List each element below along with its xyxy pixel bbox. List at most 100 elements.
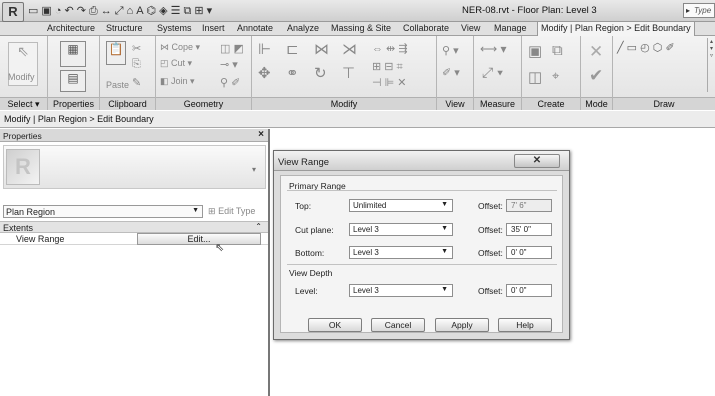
tab-insert[interactable]: Insert (202, 23, 225, 33)
chevron-down-icon[interactable]: ▾ (252, 165, 256, 174)
create-similar-icon[interactable]: ⌖ (552, 68, 559, 84)
wall-joins-icon[interactable]: ⊸ ▾ (220, 58, 238, 71)
tab-collaborate[interactable]: Collaborate (403, 23, 449, 33)
finish-edit-mode-icon[interactable]: ✔ (589, 66, 603, 86)
draw-gallery-scrollbar[interactable]: ▴ ▾ ▿ (707, 38, 715, 92)
collapse-icon[interactable]: ⌃ (255, 222, 262, 231)
copy-element-icon[interactable]: ⚭ (286, 64, 299, 82)
text-icon[interactable]: A (136, 4, 143, 18)
depth-level-select[interactable]: Level 3 ▼ (349, 284, 453, 297)
create-assembly-icon[interactable]: ▣ (528, 42, 542, 60)
draw-tools-icon[interactable]: ╱ ▭ ◴ ⬡ ✐ (617, 41, 675, 54)
depth-level-value: Level 3 (353, 286, 379, 295)
split-icon[interactable]: ⇔ ⇹ ⇶ (372, 42, 408, 55)
top-offset-field[interactable]: 7' 6" (506, 199, 552, 212)
split-face-icon[interactable]: ◫ ◩ (220, 42, 244, 55)
paste-icon[interactable]: 📋 (106, 41, 126, 65)
tab-massing-site[interactable]: Massing & Site (331, 23, 391, 33)
cut-geometry-button[interactable]: ◰ Cut ▾ (160, 58, 192, 69)
scale-icon[interactable]: ⊣ ⊫ ✕ (372, 76, 407, 89)
create-parts-icon[interactable]: ⧉ (552, 42, 563, 59)
tab-structure[interactable]: Structure (106, 23, 143, 33)
panel-clipboard: 📋 Paste ✂ ⎘ ✎ Clipboard (100, 36, 156, 110)
view-range-edit-button[interactable]: Edit... (137, 233, 261, 245)
section-icon[interactable]: ◈ (159, 4, 167, 18)
save-icon[interactable]: ▣ (41, 4, 51, 18)
top-level-value: Unlimited (353, 201, 387, 210)
sync-icon[interactable]: ◔ (55, 4, 62, 18)
tab-manage[interactable]: Manage (494, 23, 527, 33)
trim-icon[interactable]: ⊤ (342, 64, 355, 82)
revit-logo-button[interactable]: R (2, 2, 24, 22)
match-properties-icon[interactable]: ✎ (132, 76, 141, 89)
dimension-icon[interactable]: ⤢ (115, 4, 124, 18)
aligned-dimension-icon[interactable]: ⤢ ▾ (482, 64, 503, 81)
redo-icon[interactable]: ↷ (77, 4, 86, 18)
tab-view[interactable]: View (461, 23, 480, 33)
type-properties-icon[interactable]: ▤ (60, 70, 86, 92)
bottom-offset-field[interactable]: 0' 0" (506, 246, 552, 259)
tag-icon[interactable]: ⌂ (127, 4, 134, 18)
edit-type-button[interactable]: ⊞ Edit Type (208, 206, 255, 217)
depth-offset-field[interactable]: 0' 0" (506, 284, 552, 297)
tab-analyze[interactable]: Analyze (287, 23, 319, 33)
paint-icon[interactable]: ⚲ ✐ (220, 76, 240, 89)
cut-geometry-label: Cut (171, 58, 186, 68)
cut-plane-level-select[interactable]: Level 3 ▼ (349, 223, 453, 236)
type-selector-preview[interactable] (3, 145, 266, 189)
rotate-icon[interactable]: ↻ (314, 64, 327, 82)
measure-icon[interactable]: ↔ (101, 4, 112, 18)
ok-button[interactable]: OK (308, 318, 362, 332)
apply-button[interactable]: Apply (435, 318, 489, 332)
close-windows-icon[interactable]: ⧉ (183, 4, 191, 18)
cancel-button[interactable]: Cancel (371, 318, 425, 332)
customize-qat-icon[interactable]: ▾ (207, 4, 213, 18)
open-icon[interactable]: ▭ (28, 4, 38, 18)
panel-label-measure: Measure (474, 97, 521, 110)
thin-lines-icon[interactable]: ☰ (171, 4, 181, 18)
help-button[interactable]: Help (498, 318, 552, 332)
cut-icon[interactable]: ✂ (132, 42, 141, 55)
mirror-axis-icon[interactable]: ⋈ (314, 40, 329, 58)
undo-icon[interactable]: ↶ (64, 4, 73, 18)
print-icon[interactable]: ⎙ (89, 4, 98, 18)
join-button[interactable]: ◧ Join ▾ (160, 76, 195, 87)
tab-systems[interactable]: Systems (157, 23, 192, 33)
properties-header: Properties × (0, 129, 268, 142)
cut-plane-offset-field[interactable]: 35' 0" (506, 223, 552, 236)
hide-element-icon[interactable]: ⚲ ▾ (442, 44, 459, 57)
panel-measure: ⟷ ▾ ⤢ ▾ Measure (474, 36, 522, 110)
category-header-extents[interactable]: Extents ⌃ (0, 221, 268, 233)
dropdown-arrow-icon: ▼ (192, 207, 199, 214)
top-level-select[interactable]: Unlimited ▼ (349, 199, 453, 212)
align-icon[interactable]: ⊩ (258, 40, 271, 58)
dropdown-arrow-icon: ▼ (441, 286, 448, 293)
bottom-level-select[interactable]: Level 3 ▼ (349, 246, 453, 259)
tab-annotate[interactable]: Annotate (237, 23, 273, 33)
tab-architecture[interactable]: Architecture (47, 23, 95, 33)
offset-icon[interactable]: ⊏ (286, 40, 299, 58)
divider (287, 190, 557, 191)
document-title: NER-08.rvt - Floor Plan: Level 3 (462, 5, 597, 16)
array-icon[interactable]: ⊞ ⊟ ⌗ (372, 60, 403, 74)
cope-button[interactable]: ⋈ Cope ▾ (160, 42, 200, 53)
3d-view-icon[interactable]: ⌬ (147, 4, 157, 18)
move-icon[interactable]: ✥ (258, 64, 271, 82)
measure-tool-icon[interactable]: ⟷ ▾ (480, 42, 507, 56)
override-graphics-icon[interactable]: ✐ ▾ (442, 66, 460, 79)
view-range-dialog: View Range ✕ Primary Range Top: Unlimite… (273, 150, 570, 340)
close-icon[interactable]: × (258, 129, 264, 140)
properties-icon[interactable]: ▦ (60, 41, 86, 67)
cancel-edit-mode-icon[interactable]: ✕ (589, 42, 603, 62)
switch-windows-icon[interactable]: ⊞ (194, 4, 203, 18)
element-filter-dropdown[interactable]: Plan Region ▼ (3, 205, 203, 218)
dialog-close-button[interactable]: ✕ (514, 154, 560, 168)
panel-label-select[interactable]: Select ▾ (0, 97, 47, 110)
copy-icon[interactable]: ⎘ (132, 58, 141, 71)
panel-label-mode: Mode (581, 97, 612, 110)
cut-plane-label: Cut plane: (295, 225, 334, 235)
search-input[interactable]: ▸ Type (683, 3, 715, 18)
mirror-draw-icon[interactable]: ⋊ (342, 40, 357, 58)
create-group-icon[interactable]: ◫ (528, 68, 542, 86)
tab-modify-plan-region[interactable]: Modify | Plan Region > Edit Boundary (537, 21, 695, 36)
